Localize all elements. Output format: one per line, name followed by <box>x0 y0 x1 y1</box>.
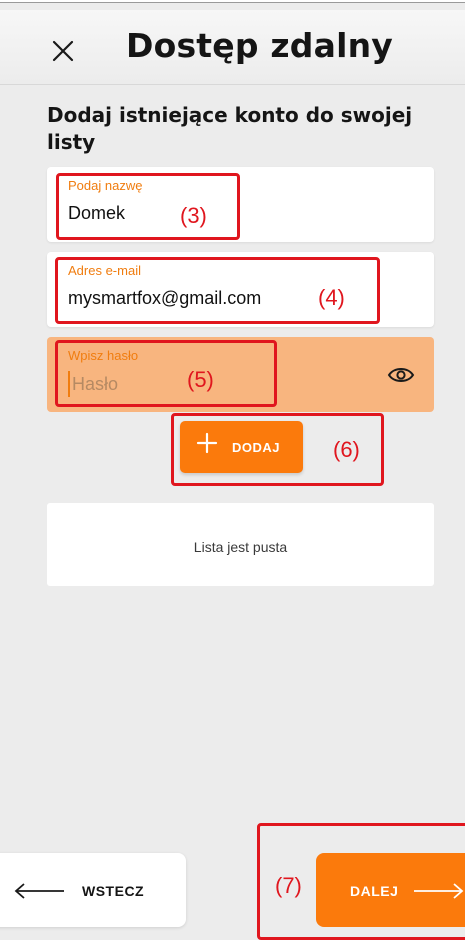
annotation-label-3: (3) <box>180 203 207 228</box>
section-heading: Dodaj istniejące konto do swojej listy <box>47 103 413 154</box>
eye-icon <box>387 368 415 382</box>
annotation-box-5 <box>55 340 277 407</box>
app-header: Dostęp zdalny <box>0 10 465 85</box>
annotation-label-4: (4) <box>318 285 345 310</box>
annotation-box-3 <box>56 173 240 240</box>
empty-list-message: Lista jest pusta <box>193 539 288 555</box>
back-button[interactable]: WSTECZ <box>0 853 186 927</box>
account-list: Lista jest pusta <box>47 503 434 586</box>
close-icon <box>52 40 74 62</box>
close-button[interactable] <box>48 36 78 66</box>
back-button-label: WSTECZ <box>82 883 145 899</box>
annotation-label-5: (5) <box>187 367 214 392</box>
toggle-password-visibility-button[interactable] <box>386 361 416 389</box>
annotation-label-6: (6) <box>333 437 360 462</box>
top-divider <box>0 0 465 3</box>
annotation-label-7: (7) <box>275 873 302 898</box>
page-title: Dostęp zdalny <box>126 26 393 65</box>
arrow-left-icon <box>14 883 64 899</box>
